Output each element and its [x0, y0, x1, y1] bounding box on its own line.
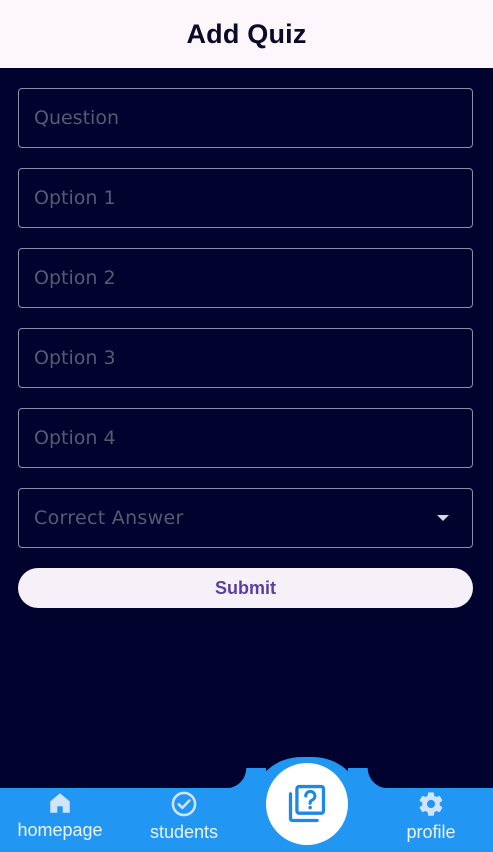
nav-item-homepage[interactable]: homepage: [17, 790, 103, 850]
option-1-field[interactable]: [18, 168, 473, 228]
app-bar: Add Quiz: [0, 0, 493, 68]
option-2-input[interactable]: [34, 249, 472, 307]
nav-item-label: homepage: [17, 820, 103, 840]
gear-icon: [419, 792, 443, 816]
quiz-library-icon: [288, 784, 326, 823]
nav-item-profile[interactable]: profile: [398, 790, 464, 850]
check-circle-icon: [171, 791, 197, 817]
question-field[interactable]: [18, 88, 473, 148]
add-quiz-form: Correct Answer Submit: [18, 88, 473, 608]
dropdown-arrow-icon[interactable]: [437, 515, 449, 521]
nav-item-quiz-center-button[interactable]: [266, 763, 348, 845]
nav-item-label: students: [149, 822, 219, 842]
option-4-input[interactable]: [34, 409, 472, 467]
option-1-input[interactable]: [34, 169, 472, 227]
page-title: Add Quiz: [186, 18, 307, 49]
option-4-field[interactable]: [18, 408, 473, 468]
submit-button[interactable]: Submit: [18, 568, 473, 608]
nav-item-students[interactable]: students: [146, 790, 222, 850]
nav-item-label: profile: [406, 822, 456, 842]
correct-answer-dropdown[interactable]: Correct Answer: [18, 488, 473, 548]
option-3-field[interactable]: [18, 328, 473, 388]
option-3-input[interactable]: [34, 329, 472, 387]
question-input[interactable]: [34, 89, 472, 147]
correct-answer-placeholder: Correct Answer: [34, 507, 184, 529]
option-2-field[interactable]: [18, 248, 473, 308]
app-screen: Add Quiz Correct Answer Submit homepa: [0, 0, 493, 852]
home-icon: [50, 793, 70, 813]
